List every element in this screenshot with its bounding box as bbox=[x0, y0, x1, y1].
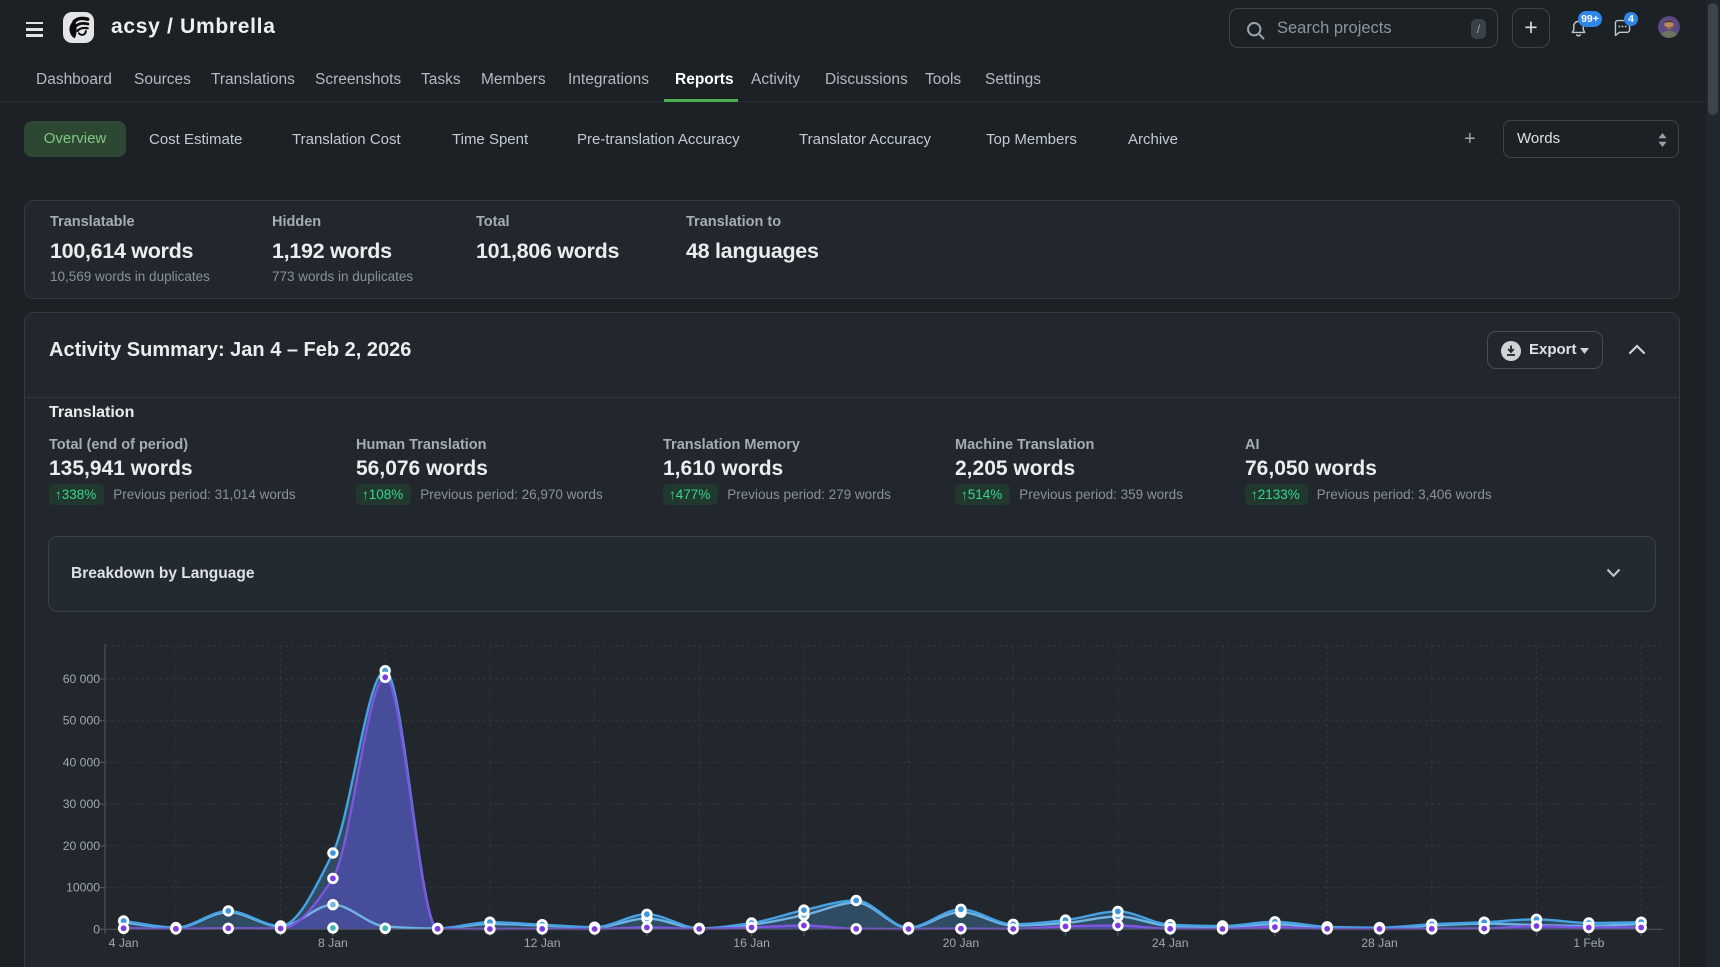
svg-text:60 000: 60 000 bbox=[63, 672, 100, 686]
svg-text:0: 0 bbox=[93, 922, 100, 936]
svg-text:20 Jan: 20 Jan bbox=[943, 936, 980, 950]
svg-text:24 Jan: 24 Jan bbox=[1152, 936, 1189, 950]
svg-text:28 Jan: 28 Jan bbox=[1361, 936, 1398, 950]
svg-text:30 000: 30 000 bbox=[63, 797, 100, 811]
svg-text:4 Jan: 4 Jan bbox=[109, 936, 139, 950]
svg-text:12 Jan: 12 Jan bbox=[524, 936, 561, 950]
svg-text:50 000: 50 000 bbox=[63, 714, 100, 728]
svg-text:8 Jan: 8 Jan bbox=[318, 936, 348, 950]
svg-text:40 000: 40 000 bbox=[63, 755, 100, 769]
svg-text:16 Jan: 16 Jan bbox=[733, 936, 770, 950]
svg-text:1 Feb: 1 Feb bbox=[1573, 936, 1604, 950]
svg-text:20 000: 20 000 bbox=[63, 839, 100, 853]
svg-text:10000: 10000 bbox=[66, 881, 100, 895]
